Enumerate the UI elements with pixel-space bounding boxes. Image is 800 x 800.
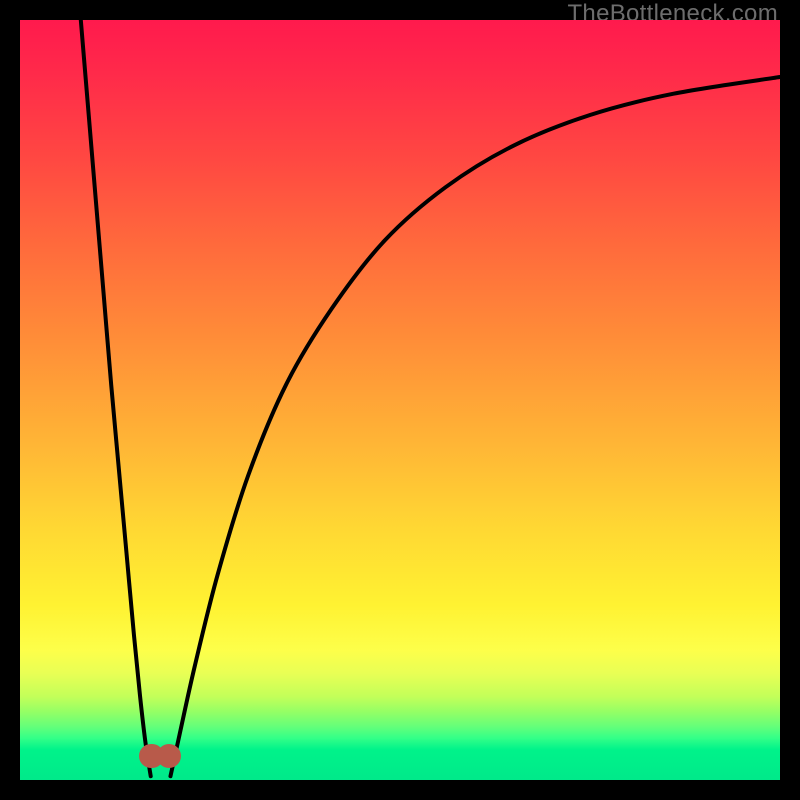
chart-curves-svg: [20, 20, 780, 780]
trough-marker-right: [157, 744, 181, 768]
curve-right-branch: [170, 77, 780, 776]
chart-plot-area: [20, 20, 780, 780]
curve-left-branch: [81, 20, 151, 776]
